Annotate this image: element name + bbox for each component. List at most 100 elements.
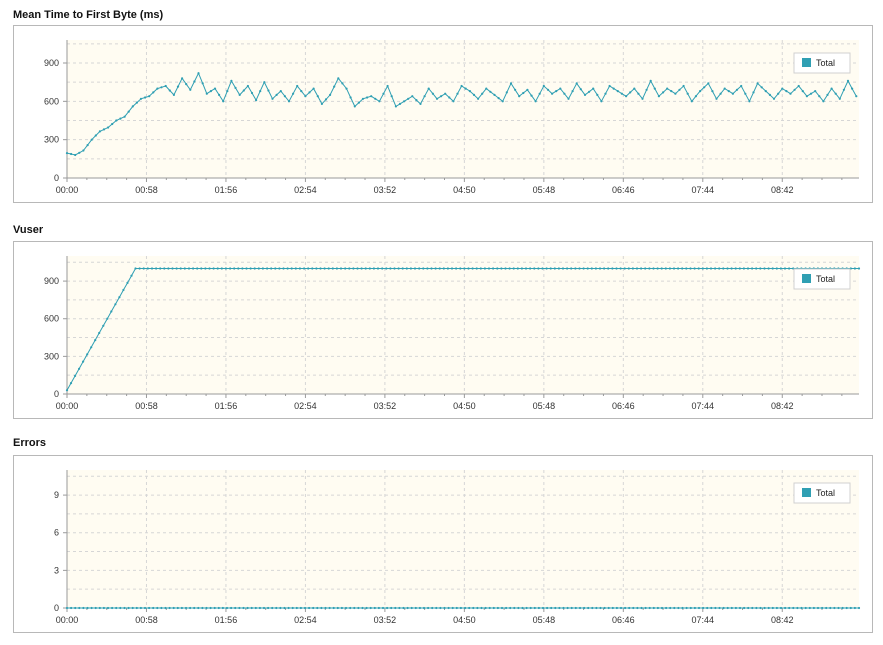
data-point [446,267,449,270]
data-point [209,90,212,93]
data-point [644,606,647,610]
data-point [271,606,274,610]
data-point [123,606,126,610]
data-point [722,267,725,270]
data-point [570,267,573,270]
data-point [604,92,607,95]
data-point [102,128,106,131]
legend-vuser[interactable]: Total [793,268,851,290]
data-point [657,95,661,98]
data-point [332,606,335,610]
data-point [587,606,590,610]
x-tick-label: 08:42 [771,615,794,625]
data-point [718,267,721,270]
data-point [312,606,315,610]
data-point [361,606,364,610]
data-point [246,606,249,610]
data-point [366,96,369,99]
data-point [439,606,442,610]
data-point [148,95,151,98]
data-point [390,95,393,98]
data-point [459,606,462,610]
data-point [611,606,614,610]
data-point [327,267,330,270]
data-point [805,95,809,98]
data-point [460,84,463,88]
data-point [385,267,388,270]
legend-ttfb[interactable]: Total [793,52,851,74]
data-point [167,267,170,270]
data-point [144,96,147,99]
data-point [323,267,326,270]
data-point [816,606,820,610]
data-point [685,267,688,270]
data-point [324,606,327,610]
data-point [135,101,138,104]
data-point [201,606,204,610]
data-point [662,91,665,94]
data-point [447,606,450,610]
data-point [189,88,192,91]
data-point [767,267,770,270]
legend-errors[interactable]: Total [793,482,851,504]
data-point [393,267,396,270]
data-point [726,606,729,610]
data-point [660,606,664,610]
data-point [411,95,414,98]
data-point [673,606,676,610]
data-point [98,331,101,335]
data-point [308,606,311,610]
data-point [150,267,154,270]
data-point [335,267,338,270]
data-point [590,267,593,270]
y-tick-label: 900 [44,58,59,68]
data-point [394,606,397,610]
data-point [583,606,586,610]
data-point [533,267,536,270]
data-point [102,606,105,610]
data-point [814,90,817,93]
data-point [65,606,69,610]
chart-svg-errors: 00:00 00:58 01:56 02:54 03:52 04:50 05:48 06:46… [54,470,861,625]
data-point [668,267,672,270]
x-tick-label: 02:54 [294,185,317,195]
data-point [829,606,832,610]
data-point [529,267,532,270]
data-point [386,84,389,88]
data-point [471,267,474,270]
data-point [414,606,417,610]
data-point [324,98,328,101]
data-point [357,101,360,104]
data-point [702,606,705,610]
data-point [541,606,545,610]
data-point [846,79,850,82]
data-point [410,606,413,610]
data-point [685,606,688,610]
data-point [743,606,746,610]
data-point [370,95,373,98]
data-point [261,267,264,270]
data-point [192,267,195,270]
data-point [205,92,208,95]
data-point [775,267,778,270]
legend-label: Total [816,58,835,68]
data-point [185,83,188,86]
data-point [184,606,188,610]
data-point [562,606,565,610]
data-point [320,102,323,105]
data-point [220,267,223,270]
x-tick-label: 07:44 [692,401,715,411]
data-point [70,606,73,610]
data-point [118,296,121,299]
data-point [259,90,262,93]
data-point [851,87,854,90]
data-point [578,606,582,610]
data-point [226,90,229,93]
data-point [475,267,478,270]
data-point [374,97,377,100]
data-point [777,92,780,95]
data-point [234,606,237,610]
data-point [283,95,286,98]
data-point [90,138,93,141]
data-point [156,87,159,90]
